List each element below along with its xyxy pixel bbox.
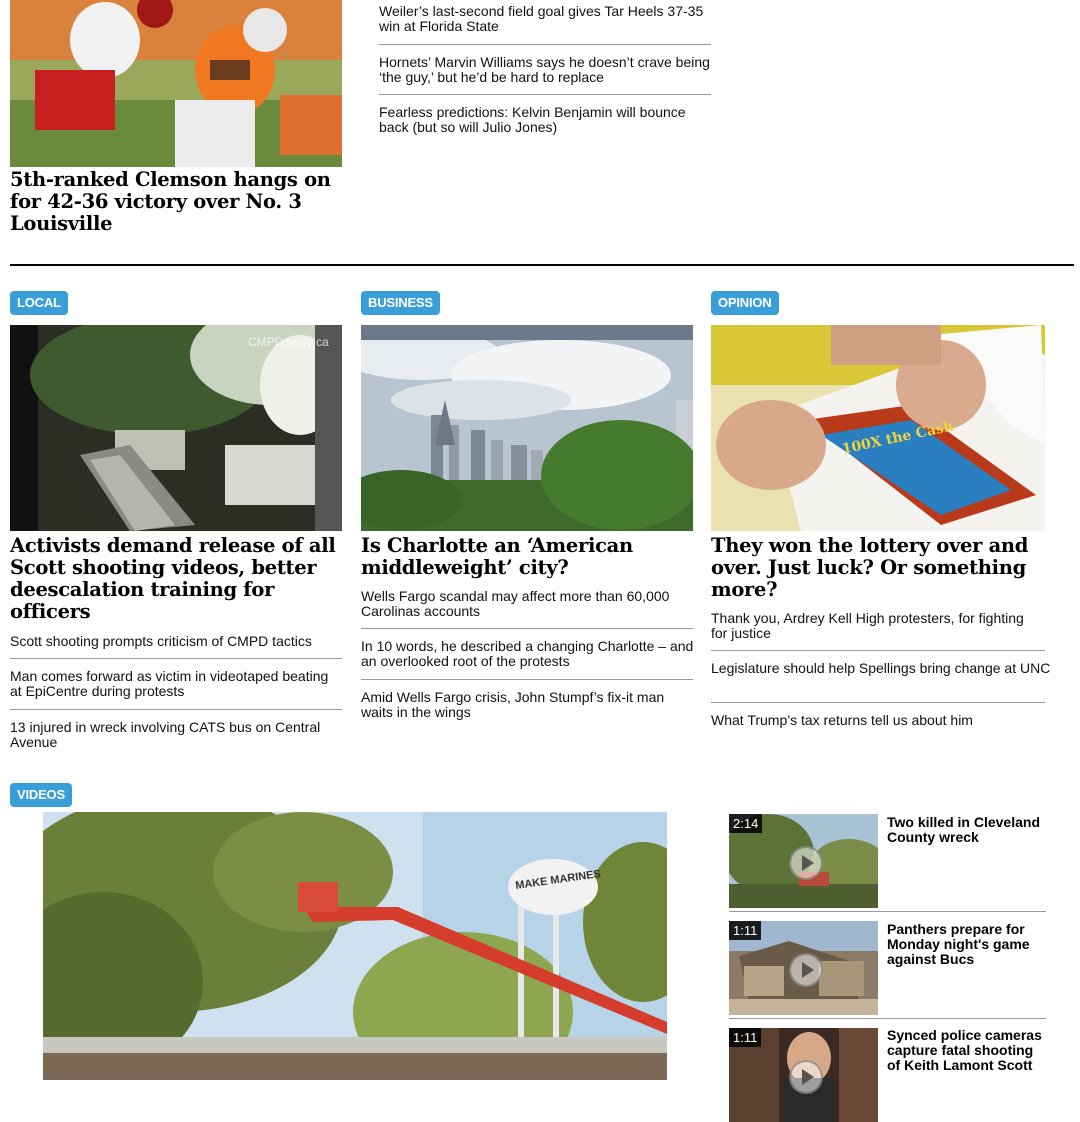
video-duration: 2:14 [729, 814, 763, 833]
business-link-2[interactable]: In 10 words, he described a changing Cha… [361, 639, 696, 669]
divider [711, 650, 1045, 651]
video-duration: 1:11 [729, 921, 762, 940]
local-link-1[interactable]: Scott shooting prompts criticism of CMPD… [10, 634, 345, 649]
videos-section-tag[interactable]: VIDEOS [10, 783, 72, 807]
featured-video-photo[interactable]: MAKE MARINES [43, 812, 667, 1080]
business-link-3[interactable]: Amid Wells Fargo crisis, John Stumpf’s f… [361, 690, 696, 720]
divider [379, 44, 711, 45]
video-thumbnail[interactable]: 1:11 [729, 1028, 878, 1122]
lottery-ticket-photo[interactable]: 100X the Cash [711, 325, 1045, 531]
top-link-2[interactable]: Hornets’ Marvin Williams says he doesn’t… [379, 55, 714, 85]
opinion-section-tag[interactable]: OPINION [711, 291, 779, 315]
divider [379, 94, 711, 95]
opinion-link-1[interactable]: Thank you, Ardrey Kell High protesters, … [711, 611, 1031, 641]
divider [711, 702, 1045, 703]
business-headline[interactable]: Is Charlotte an ‘American middleweight’ … [361, 535, 681, 579]
play-icon[interactable] [789, 1060, 823, 1094]
lead-headline[interactable]: 5th-ranked Clemson hangs on for 42-36 vi… [10, 169, 340, 235]
divider [729, 1018, 1046, 1019]
local-link-2[interactable]: Man comes forward as victim in videotape… [10, 669, 330, 699]
divider [10, 658, 342, 659]
video-duration: 1:11 [729, 1028, 762, 1047]
video-thumbnail[interactable]: 2:14 [729, 814, 878, 908]
charlotte-skyline-photo[interactable] [361, 325, 693, 531]
section-divider [10, 264, 1074, 266]
top-link-1[interactable]: Weiler’s last-second field goal gives Ta… [379, 4, 714, 34]
divider [729, 911, 1046, 912]
opinion-link-3[interactable]: What Trump’s tax returns tell us about h… [711, 713, 1046, 728]
business-link-1[interactable]: Wells Fargo scandal may affect more than… [361, 589, 696, 619]
divider [361, 679, 693, 680]
clemson-football-photo[interactable] [10, 0, 342, 167]
video-thumbnail[interactable]: 1:11 [729, 921, 878, 1015]
divider [361, 628, 693, 629]
play-icon[interactable] [789, 953, 823, 987]
video-title[interactable]: Panthers prepare for Monday night's game… [887, 922, 1047, 967]
local-section-tag[interactable]: LOCAL [10, 291, 68, 315]
play-icon[interactable] [789, 846, 823, 880]
divider [10, 709, 342, 710]
opinion-headline[interactable]: They won the lottery over and over. Just… [711, 535, 1051, 601]
top-link-3[interactable]: Fearless predictions: Kelvin Benjamin wi… [379, 105, 714, 135]
video-title[interactable]: Two killed in Cleveland County wreck [887, 815, 1047, 845]
local-headline[interactable]: Activists demand release of all Scott sh… [10, 535, 345, 623]
police-car-photo[interactable]: CMPD body ca [10, 325, 342, 531]
photo-caption-overlay: CMPD body ca [248, 335, 329, 349]
video-title[interactable]: Synced police cameras capture fatal shoo… [887, 1028, 1047, 1073]
business-section-tag[interactable]: BUSINESS [361, 291, 440, 315]
opinion-link-2[interactable]: Legislature should help Spellings bring … [711, 661, 1051, 676]
local-link-3[interactable]: 13 injured in wreck involving CATS bus o… [10, 720, 350, 750]
